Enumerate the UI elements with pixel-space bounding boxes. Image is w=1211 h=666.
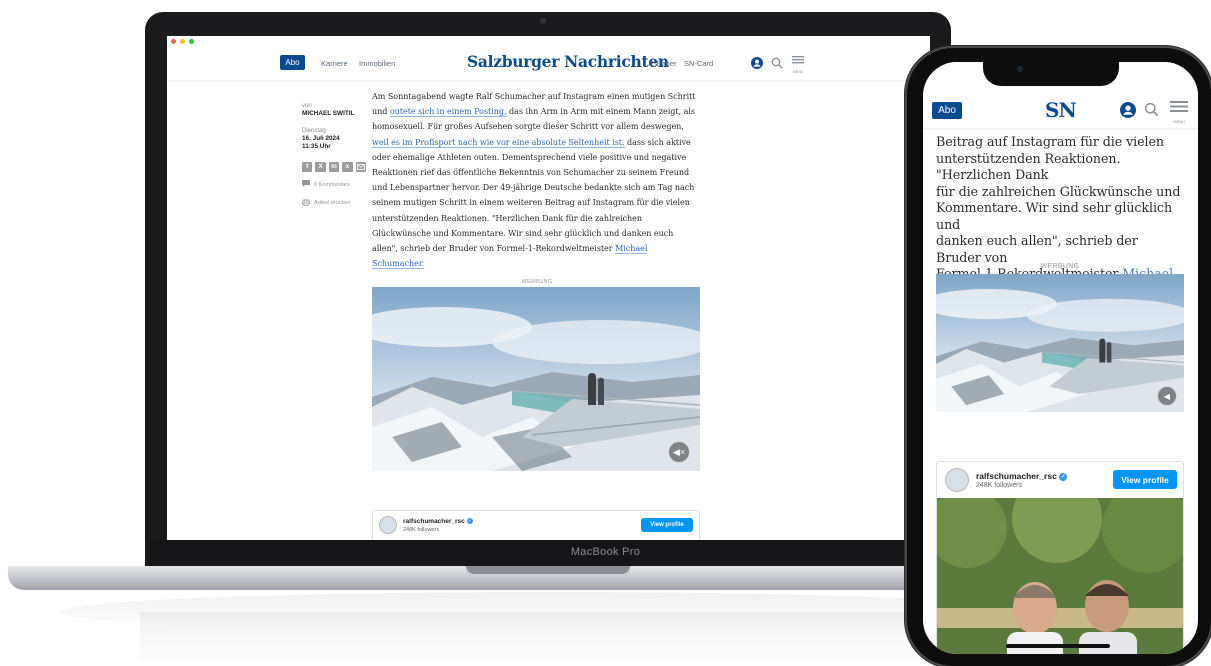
phone-mute-icon[interactable]: ◀ bbox=[1157, 386, 1177, 406]
mail-icon[interactable] bbox=[355, 162, 367, 173]
linkedin-icon[interactable]: in bbox=[328, 162, 340, 173]
phone-user-icon[interactable] bbox=[1120, 102, 1136, 123]
article-line: oder ehemalige Athleten outen. Dementspr… bbox=[372, 152, 687, 162]
instagram-followers: 248K followers bbox=[403, 527, 440, 533]
user-icon[interactable] bbox=[751, 56, 763, 74]
minimize-dot[interactable] bbox=[180, 39, 185, 44]
phone-ad-video[interactable]: ◀ bbox=[936, 274, 1184, 412]
instagram-embed: ralfschumacher_rsc ✓ 248K followers View… bbox=[372, 510, 700, 540]
facebook-icon[interactable]: f bbox=[302, 162, 313, 173]
comments-count: 0 Kommentare bbox=[314, 181, 351, 188]
article-line: homosexuell. Für großes Aufsehen sorgte … bbox=[372, 122, 684, 132]
mute-icon[interactable]: ◀× bbox=[668, 441, 690, 463]
article-link-profisport[interactable]: weil es im Profisport nach wie vor eine … bbox=[372, 137, 625, 148]
print-label: Artikel drucken bbox=[314, 200, 351, 207]
author-name[interactable]: MICHAEL SWITIL bbox=[302, 110, 366, 119]
article-line: Kommentare. Wir sind sehr glücklich und bbox=[936, 200, 1173, 232]
maximize-dot[interactable] bbox=[189, 39, 194, 44]
article-line: danken euch allen", schrieb der Bruder v… bbox=[936, 233, 1138, 265]
x-icon[interactable]: X bbox=[315, 162, 326, 173]
site-logo[interactable]: Salzburger Nachrichten bbox=[467, 52, 669, 71]
abo-button[interactable]: Abo bbox=[280, 55, 305, 70]
phone-avatar[interactable] bbox=[945, 468, 969, 492]
publish-date: 16. Juli 2024 bbox=[302, 134, 340, 142]
search-icon[interactable] bbox=[771, 56, 783, 74]
article-link-michael[interactable]: Michael bbox=[615, 244, 647, 255]
instagram-post-photo[interactable] bbox=[937, 498, 1183, 654]
verified-icon: ✓ bbox=[466, 518, 473, 525]
article-body: Am Sonntagabend wagte Ralf Schumacher au… bbox=[372, 89, 702, 271]
print-link[interactable]: Artikel drucken bbox=[302, 198, 366, 209]
phone-screen: Abo SN MENU Beitrag auf Instagram für di… bbox=[923, 62, 1198, 654]
nav-sn-card[interactable]: SN-Card bbox=[684, 59, 713, 68]
phone-menu-label: MENU bbox=[1173, 119, 1185, 124]
article-link-schumacher[interactable]: Schumacher. bbox=[372, 259, 424, 270]
ad-video[interactable]: ◀× bbox=[372, 287, 700, 471]
menu-icon[interactable]: MENU bbox=[791, 55, 805, 74]
share-buttons: f X in x bbox=[302, 162, 367, 173]
article-line: Schumacher. bbox=[372, 256, 702, 271]
article-line: unterstützenden Reaktionen. "Herzlichen … bbox=[936, 150, 1121, 183]
article-line: weil es im Profisport nach wie vor eine … bbox=[372, 137, 691, 148]
article-line: und outete sich in einem Posting, das ih… bbox=[372, 107, 695, 118]
phone-verified-icon: ✓ bbox=[1059, 472, 1068, 481]
avatar[interactable] bbox=[379, 516, 397, 534]
article-line: Beitrag auf Instagram für die vielen bbox=[936, 134, 1164, 149]
laptop-notch bbox=[466, 566, 630, 574]
article-line: Reaktionen rief das öffentliche Bekenntn… bbox=[372, 168, 690, 178]
menu-label: MENU bbox=[792, 70, 804, 74]
laptop-screen: Abo Karriere Immobilien Salzburger Nachr… bbox=[167, 36, 930, 540]
instagram-username[interactable]: ralfschumacher_rsc ✓ bbox=[403, 518, 473, 525]
ad-label: WERBUNG bbox=[521, 279, 553, 285]
view-profile-button[interactable]: View profile bbox=[641, 518, 693, 532]
nav-epaper[interactable]: E-Paper bbox=[649, 59, 677, 68]
browser-window-controls bbox=[171, 39, 194, 44]
print-icon bbox=[302, 198, 310, 209]
nav-immobilien[interactable]: Immobilien bbox=[359, 59, 395, 68]
phone-abo-button[interactable]: Abo bbox=[932, 102, 962, 119]
article-line: Am Sonntagabend wagte Ralf Schumacher au… bbox=[372, 92, 696, 101]
phone-ad-label: WERBUNG bbox=[1040, 263, 1080, 270]
article-line: allen", schrieb der Bruder von Formel-1-… bbox=[372, 244, 648, 255]
xing-icon[interactable]: x bbox=[342, 162, 353, 173]
phone-search-icon[interactable] bbox=[1144, 102, 1159, 122]
home-indicator[interactable] bbox=[1006, 644, 1110, 648]
comment-icon bbox=[302, 180, 310, 190]
laptop-camera bbox=[540, 18, 546, 24]
article-link-posting[interactable]: outete sich in einem Posting, bbox=[389, 107, 507, 118]
phone-instagram-username[interactable]: ralfschumacher_rsc ✓ bbox=[976, 471, 1068, 481]
weekday: Dienstag bbox=[302, 127, 326, 134]
article-line: für die zahlreichen Glückwünsche und bbox=[936, 183, 1181, 199]
article-line: seinem mutigen Schritt in einem weiteren… bbox=[372, 198, 690, 208]
close-dot[interactable] bbox=[171, 39, 176, 44]
article-meta: von MICHAEL SWITIL Dienstag 16. Juli 202… bbox=[302, 102, 367, 209]
article-line: und Lebenspartner hervor. Der 49-jährige… bbox=[372, 183, 695, 193]
phone-instagram-followers: 248K followers bbox=[976, 482, 1022, 489]
author-prefix: von bbox=[302, 103, 312, 109]
publish-time: 11:35 Uhr bbox=[302, 143, 331, 151]
nav-karriere[interactable]: Karriere bbox=[321, 59, 348, 68]
phone-notch bbox=[983, 52, 1119, 86]
article-line: unterstützenden Reaktionen. "Herzlichen … bbox=[372, 213, 643, 223]
phone-camera bbox=[1017, 66, 1023, 72]
phone-instagram-embed: ralfschumacher_rsc ✓ 248K followers View… bbox=[936, 461, 1184, 654]
phone-site-logo[interactable]: SN bbox=[1045, 98, 1077, 122]
site-header: Abo Karriere Immobilien Salzburger Nachr… bbox=[167, 36, 930, 80]
phone-menu-icon[interactable]: MENU bbox=[1170, 100, 1188, 124]
phone-view-profile-button[interactable]: View profile bbox=[1113, 470, 1177, 489]
comments-link[interactable]: 0 Kommentare bbox=[302, 180, 366, 190]
laptop-reflection bbox=[140, 612, 960, 666]
article-line: Glückwünsche und Kommentare. Wir sind se… bbox=[372, 228, 674, 238]
